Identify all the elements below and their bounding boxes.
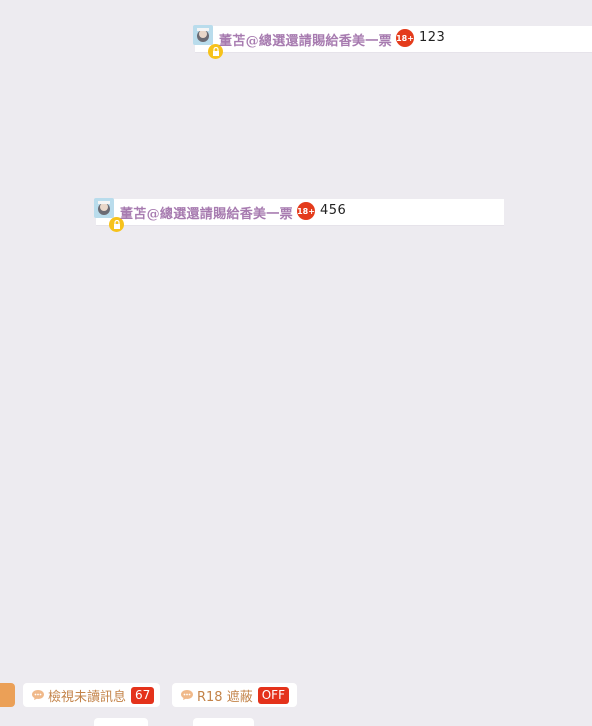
r18-badge: 18+ — [297, 202, 315, 220]
r18-filter-toggle[interactable]: R18 遮蔽 OFF — [172, 683, 297, 707]
user-avatar[interactable] — [94, 198, 114, 218]
username[interactable]: 董苫@總選還請賜給香美一票 — [219, 30, 392, 49]
bottom-button-partial[interactable] — [94, 718, 148, 726]
chat-bubble-icon — [180, 689, 194, 701]
view-unread-label: 檢視未讀訊息 — [48, 689, 127, 705]
bottom-button-partial[interactable] — [193, 718, 254, 726]
message-row[interactable]: 董苫@總選還請賜給香美一票 18+ 123 — [193, 25, 592, 59]
r18-filter-state: OFF — [257, 686, 289, 704]
message-text: 456 — [320, 203, 347, 218]
user-avatar[interactable] — [193, 25, 213, 45]
r18-filter-label: R18 遮蔽 — [197, 689, 253, 705]
orange-side-tab[interactable] — [0, 683, 15, 707]
r18-badge: 18+ — [396, 29, 414, 47]
username[interactable]: 董苫@總選還請賜給香美一票 — [120, 203, 293, 222]
chat-bubble-icon — [31, 689, 45, 701]
unread-count-badge: 67 — [131, 686, 155, 704]
message-row[interactable]: 董苫@總選還請賜給香美一票 18+ 456 — [94, 198, 504, 232]
view-unread-button[interactable]: 檢視未讀訊息 67 — [23, 683, 160, 707]
message-text: 123 — [419, 30, 446, 45]
